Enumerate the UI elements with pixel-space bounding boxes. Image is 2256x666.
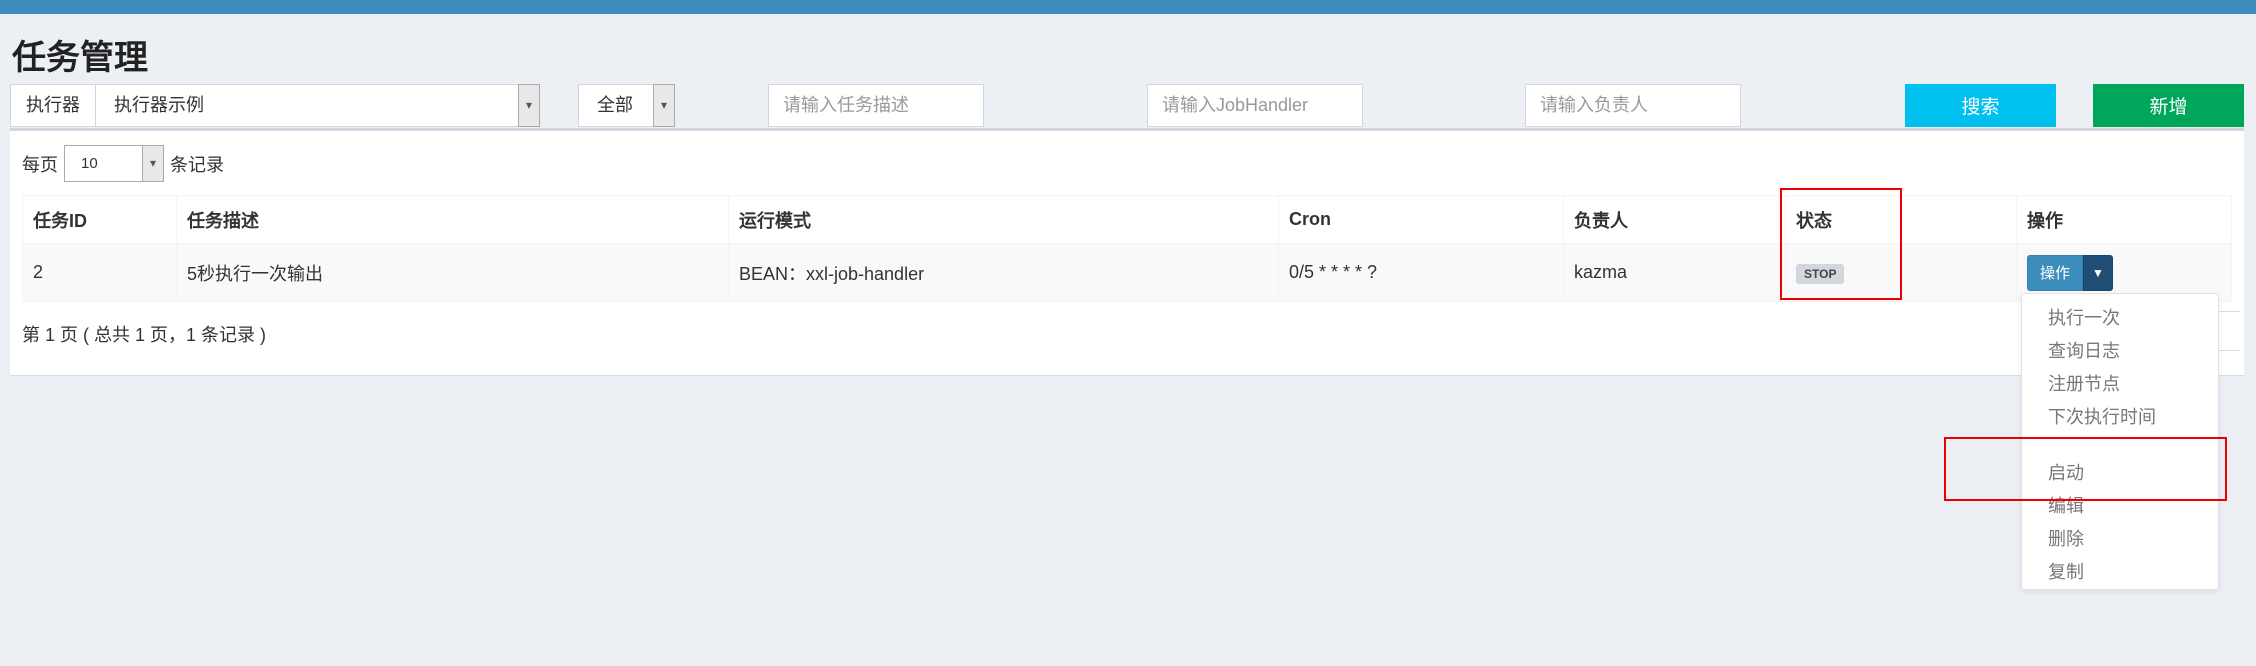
executor-label: 执行器 (10, 84, 95, 127)
table-row: 2 5秒执行一次输出 BEAN：xxl-job-handler 0/5 * * … (22, 243, 2232, 302)
executor-select[interactable]: 执行器示例 ▾ (95, 84, 540, 127)
menu-item-start[interactable]: 启动 (2022, 457, 2218, 490)
header-job-id[interactable]: 任务ID (22, 195, 177, 244)
cell-author: kazma (1563, 243, 1786, 302)
table-header-row: 任务ID 任务描述 运行模式 Cron 负责人 状态 操作 (22, 195, 2232, 244)
records-label: 条记录 (170, 154, 224, 175)
header-status[interactable]: 状态 (1785, 195, 2017, 244)
menu-item-registry-nodes[interactable]: 注册节点 (2022, 368, 2218, 401)
chevron-down-icon[interactable]: ▾ (142, 145, 164, 182)
job-desc-input[interactable] (768, 84, 984, 127)
job-handler-input[interactable] (1147, 84, 1363, 127)
page-length-select[interactable]: 10 ▾ (64, 145, 164, 182)
header-cron[interactable]: Cron (1278, 195, 1564, 244)
cell-cron: 0/5 * * * * ? (1278, 243, 1564, 302)
status-select-value: 全部 (597, 95, 633, 115)
executor-select-value: 执行器示例 (114, 95, 204, 115)
cell-run-mode: BEAN：xxl-job-handler (728, 243, 1279, 302)
menu-item-edit[interactable]: 编辑 (2022, 490, 2218, 523)
cell-job-id: 2 (22, 243, 177, 302)
cell-status: STOP (1785, 243, 2017, 302)
operation-dropdown-menu: 执行一次 查询日志 注册节点 下次执行时间 启动 编辑 删除 复制 (2021, 293, 2219, 590)
add-job-button[interactable]: 新增 (2093, 84, 2244, 127)
cell-job-desc: 5秒执行一次输出 (176, 243, 729, 302)
menu-item-next-trigger-time[interactable]: 下次执行时间 (2022, 401, 2218, 434)
page-length-control: 每页 10 ▾ 条记录 (22, 145, 224, 182)
search-button[interactable]: 搜索 (1905, 84, 2056, 127)
menu-item-query-log[interactable]: 查询日志 (2022, 335, 2218, 368)
operation-button-group: 操作 ▼ (2027, 254, 2113, 291)
author-input[interactable] (1525, 84, 1741, 127)
operation-button[interactable]: 操作 (2027, 254, 2083, 291)
chevron-down-icon[interactable]: ▾ (653, 84, 675, 127)
page-length-value: 10 (81, 155, 98, 172)
menu-item-delete[interactable]: 删除 (2022, 523, 2218, 556)
pagination-control[interactable] (2216, 311, 2240, 351)
header-operation: 操作 (2016, 195, 2232, 244)
status-badge: STOP (1796, 263, 1845, 284)
job-list-box: 每页 10 ▾ 条记录 任务ID 任务描述 运行模式 Cron 负责人 状态 操… (10, 128, 2244, 375)
executor-filter: 执行器 执行器示例 ▾ (10, 84, 540, 127)
per-page-label: 每页 (22, 154, 58, 175)
menu-divider (2022, 445, 2218, 446)
chevron-down-icon[interactable]: ▾ (518, 84, 540, 127)
pagination-info: 第 1 页 ( 总共 1 页，1 条记录 ) (22, 325, 267, 345)
header-job-desc[interactable]: 任务描述 (176, 195, 729, 244)
page-title: 任务管理 (12, 39, 148, 77)
caret-down-icon[interactable]: ▼ (2083, 254, 2113, 291)
job-table: 任务ID 任务描述 运行模式 Cron 负责人 状态 操作 2 5秒执行一次输出… (22, 195, 2232, 302)
top-header-bar (0, 0, 2256, 14)
header-run-mode[interactable]: 运行模式 (728, 195, 1279, 244)
status-select[interactable]: 全部 ▾ (578, 84, 675, 127)
header-author[interactable]: 负责人 (1563, 195, 1786, 244)
menu-item-copy[interactable]: 复制 (2022, 556, 2218, 589)
menu-item-run-once[interactable]: 执行一次 (2022, 302, 2218, 335)
